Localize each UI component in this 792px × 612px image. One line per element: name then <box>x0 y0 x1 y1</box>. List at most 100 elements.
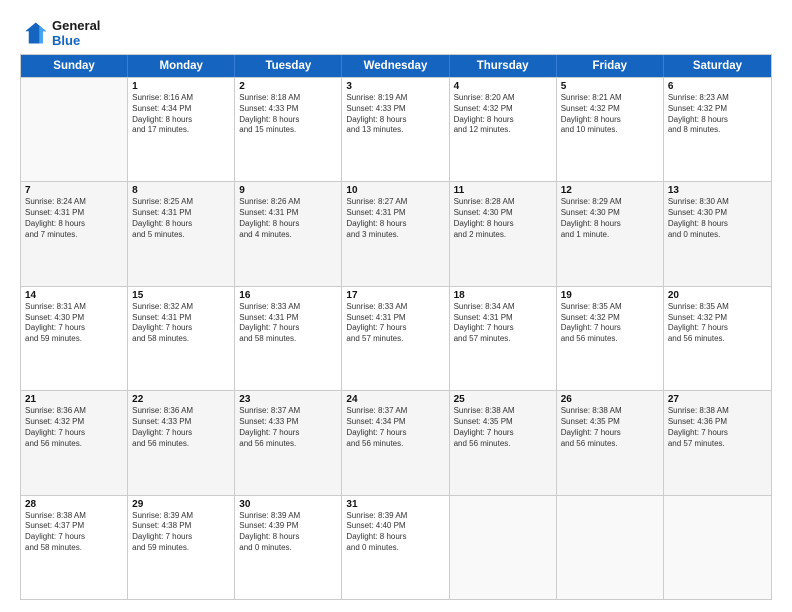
cell-date: 16 <box>239 290 337 301</box>
cell-info: Sunrise: 8:37 AM Sunset: 4:34 PM Dayligh… <box>346 406 444 449</box>
cell-info: Sunrise: 8:25 AM Sunset: 4:31 PM Dayligh… <box>132 197 230 240</box>
calendar-cell: 3Sunrise: 8:19 AM Sunset: 4:33 PM Daylig… <box>342 78 449 181</box>
cell-info: Sunrise: 8:33 AM Sunset: 4:31 PM Dayligh… <box>239 302 337 345</box>
header-tuesday: Tuesday <box>235 55 342 77</box>
calendar-cell <box>664 496 771 599</box>
cell-info: Sunrise: 8:20 AM Sunset: 4:32 PM Dayligh… <box>454 93 552 136</box>
calendar-body: 1Sunrise: 8:16 AM Sunset: 4:34 PM Daylig… <box>21 77 771 599</box>
cell-date: 14 <box>25 290 123 301</box>
cell-info: Sunrise: 8:16 AM Sunset: 4:34 PM Dayligh… <box>132 93 230 136</box>
calendar-cell: 16Sunrise: 8:33 AM Sunset: 4:31 PM Dayli… <box>235 287 342 390</box>
calendar-row: 28Sunrise: 8:38 AM Sunset: 4:37 PM Dayli… <box>21 495 771 599</box>
calendar-cell: 31Sunrise: 8:39 AM Sunset: 4:40 PM Dayli… <box>342 496 449 599</box>
cell-info: Sunrise: 8:35 AM Sunset: 4:32 PM Dayligh… <box>561 302 659 345</box>
header-monday: Monday <box>128 55 235 77</box>
cell-date: 24 <box>346 394 444 405</box>
cell-date: 9 <box>239 185 337 196</box>
logo-text: General Blue <box>52 18 100 48</box>
calendar-cell <box>21 78 128 181</box>
header-wednesday: Wednesday <box>342 55 449 77</box>
header-thursday: Thursday <box>450 55 557 77</box>
calendar-cell: 1Sunrise: 8:16 AM Sunset: 4:34 PM Daylig… <box>128 78 235 181</box>
cell-info: Sunrise: 8:23 AM Sunset: 4:32 PM Dayligh… <box>668 93 767 136</box>
calendar-cell: 10Sunrise: 8:27 AM Sunset: 4:31 PM Dayli… <box>342 182 449 285</box>
calendar-cell: 7Sunrise: 8:24 AM Sunset: 4:31 PM Daylig… <box>21 182 128 285</box>
cell-info: Sunrise: 8:39 AM Sunset: 4:39 PM Dayligh… <box>239 511 337 554</box>
calendar-cell: 27Sunrise: 8:38 AM Sunset: 4:36 PM Dayli… <box>664 391 771 494</box>
cell-date: 4 <box>454 81 552 92</box>
cell-info: Sunrise: 8:19 AM Sunset: 4:33 PM Dayligh… <box>346 93 444 136</box>
cell-info: Sunrise: 8:38 AM Sunset: 4:37 PM Dayligh… <box>25 511 123 554</box>
cell-info: Sunrise: 8:36 AM Sunset: 4:32 PM Dayligh… <box>25 406 123 449</box>
cell-date: 20 <box>668 290 767 301</box>
calendar-cell <box>557 496 664 599</box>
calendar-row: 14Sunrise: 8:31 AM Sunset: 4:30 PM Dayli… <box>21 286 771 390</box>
calendar-cell: 25Sunrise: 8:38 AM Sunset: 4:35 PM Dayli… <box>450 391 557 494</box>
calendar-cell: 9Sunrise: 8:26 AM Sunset: 4:31 PM Daylig… <box>235 182 342 285</box>
cell-info: Sunrise: 8:32 AM Sunset: 4:31 PM Dayligh… <box>132 302 230 345</box>
calendar-cell: 11Sunrise: 8:28 AM Sunset: 4:30 PM Dayli… <box>450 182 557 285</box>
logo: General Blue <box>20 18 100 48</box>
calendar-cell: 23Sunrise: 8:37 AM Sunset: 4:33 PM Dayli… <box>235 391 342 494</box>
cell-info: Sunrise: 8:34 AM Sunset: 4:31 PM Dayligh… <box>454 302 552 345</box>
header: General Blue <box>20 18 772 48</box>
cell-date: 13 <box>668 185 767 196</box>
cell-date: 2 <box>239 81 337 92</box>
cell-info: Sunrise: 8:18 AM Sunset: 4:33 PM Dayligh… <box>239 93 337 136</box>
cell-date: 5 <box>561 81 659 92</box>
header-friday: Friday <box>557 55 664 77</box>
cell-info: Sunrise: 8:39 AM Sunset: 4:40 PM Dayligh… <box>346 511 444 554</box>
cell-date: 21 <box>25 394 123 405</box>
calendar-cell: 2Sunrise: 8:18 AM Sunset: 4:33 PM Daylig… <box>235 78 342 181</box>
cell-info: Sunrise: 8:24 AM Sunset: 4:31 PM Dayligh… <box>25 197 123 240</box>
calendar-cell: 26Sunrise: 8:38 AM Sunset: 4:35 PM Dayli… <box>557 391 664 494</box>
calendar-header: Sunday Monday Tuesday Wednesday Thursday… <box>21 55 771 77</box>
cell-date: 3 <box>346 81 444 92</box>
calendar-cell: 24Sunrise: 8:37 AM Sunset: 4:34 PM Dayli… <box>342 391 449 494</box>
cell-date: 23 <box>239 394 337 405</box>
cell-date: 6 <box>668 81 767 92</box>
cell-date: 15 <box>132 290 230 301</box>
cell-info: Sunrise: 8:38 AM Sunset: 4:35 PM Dayligh… <box>561 406 659 449</box>
cell-info: Sunrise: 8:37 AM Sunset: 4:33 PM Dayligh… <box>239 406 337 449</box>
cell-date: 8 <box>132 185 230 196</box>
cell-info: Sunrise: 8:35 AM Sunset: 4:32 PM Dayligh… <box>668 302 767 345</box>
cell-date: 19 <box>561 290 659 301</box>
calendar-row: 1Sunrise: 8:16 AM Sunset: 4:34 PM Daylig… <box>21 77 771 181</box>
cell-date: 10 <box>346 185 444 196</box>
cell-info: Sunrise: 8:38 AM Sunset: 4:35 PM Dayligh… <box>454 406 552 449</box>
cell-date: 7 <box>25 185 123 196</box>
cell-date: 12 <box>561 185 659 196</box>
calendar-cell: 4Sunrise: 8:20 AM Sunset: 4:32 PM Daylig… <box>450 78 557 181</box>
header-sunday: Sunday <box>21 55 128 77</box>
calendar-cell: 22Sunrise: 8:36 AM Sunset: 4:33 PM Dayli… <box>128 391 235 494</box>
cell-info: Sunrise: 8:39 AM Sunset: 4:38 PM Dayligh… <box>132 511 230 554</box>
cell-date: 1 <box>132 81 230 92</box>
cell-date: 26 <box>561 394 659 405</box>
cell-date: 25 <box>454 394 552 405</box>
cell-date: 17 <box>346 290 444 301</box>
cell-date: 31 <box>346 499 444 510</box>
calendar-cell: 5Sunrise: 8:21 AM Sunset: 4:32 PM Daylig… <box>557 78 664 181</box>
cell-info: Sunrise: 8:27 AM Sunset: 4:31 PM Dayligh… <box>346 197 444 240</box>
calendar-cell: 29Sunrise: 8:39 AM Sunset: 4:38 PM Dayli… <box>128 496 235 599</box>
cell-date: 11 <box>454 185 552 196</box>
cell-date: 27 <box>668 394 767 405</box>
calendar: Sunday Monday Tuesday Wednesday Thursday… <box>20 54 772 600</box>
cell-info: Sunrise: 8:33 AM Sunset: 4:31 PM Dayligh… <box>346 302 444 345</box>
cell-info: Sunrise: 8:38 AM Sunset: 4:36 PM Dayligh… <box>668 406 767 449</box>
calendar-row: 7Sunrise: 8:24 AM Sunset: 4:31 PM Daylig… <box>21 181 771 285</box>
cell-info: Sunrise: 8:36 AM Sunset: 4:33 PM Dayligh… <box>132 406 230 449</box>
calendar-cell: 30Sunrise: 8:39 AM Sunset: 4:39 PM Dayli… <box>235 496 342 599</box>
cell-info: Sunrise: 8:26 AM Sunset: 4:31 PM Dayligh… <box>239 197 337 240</box>
calendar-cell: 18Sunrise: 8:34 AM Sunset: 4:31 PM Dayli… <box>450 287 557 390</box>
calendar-row: 21Sunrise: 8:36 AM Sunset: 4:32 PM Dayli… <box>21 390 771 494</box>
cell-info: Sunrise: 8:31 AM Sunset: 4:30 PM Dayligh… <box>25 302 123 345</box>
calendar-cell: 20Sunrise: 8:35 AM Sunset: 4:32 PM Dayli… <box>664 287 771 390</box>
calendar-cell: 8Sunrise: 8:25 AM Sunset: 4:31 PM Daylig… <box>128 182 235 285</box>
calendar-cell: 14Sunrise: 8:31 AM Sunset: 4:30 PM Dayli… <box>21 287 128 390</box>
cell-date: 30 <box>239 499 337 510</box>
calendar-cell: 6Sunrise: 8:23 AM Sunset: 4:32 PM Daylig… <box>664 78 771 181</box>
logo-icon <box>20 19 48 47</box>
cell-date: 28 <box>25 499 123 510</box>
